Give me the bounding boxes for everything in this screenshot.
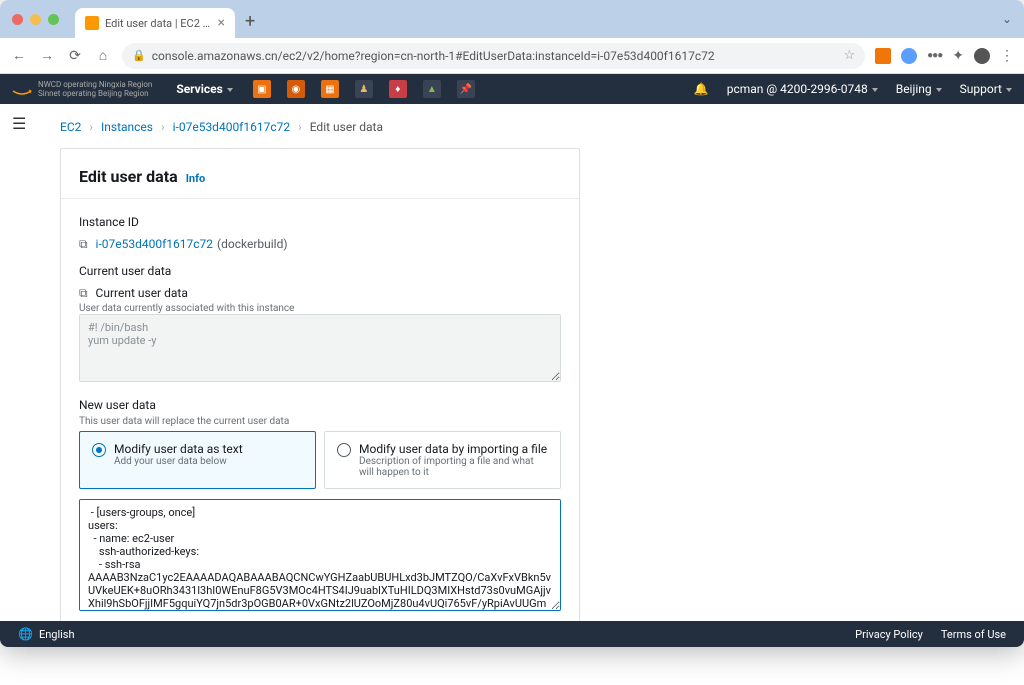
tab-title: Edit user data | EC2 Management — [105, 17, 212, 30]
aws-nav: NWCD operating Ningxia Region Sinnet ope… — [0, 74, 1024, 104]
extension-icon[interactable] — [875, 48, 891, 64]
page-title: Edit user data — [79, 167, 178, 186]
radio-icon — [337, 443, 351, 457]
back-button[interactable]: ← — [10, 47, 28, 65]
reload-button[interactable]: ⟳ — [66, 47, 84, 65]
aws-favicon — [85, 16, 99, 30]
extension-icon[interactable] — [901, 48, 917, 64]
extension-icon[interactable]: ●●● — [927, 50, 942, 61]
home-button[interactable]: ⌂ — [94, 47, 112, 65]
forward-button[interactable]: → — [38, 47, 56, 65]
breadcrumb-current: Edit user data — [310, 120, 383, 134]
instance-id-label: Instance ID — [79, 215, 561, 229]
browser-menu-icon[interactable]: ⋮ — [1000, 48, 1014, 64]
chevron-down-icon[interactable]: ⌄ — [1002, 12, 1012, 26]
edit-user-data-panel: Edit user data Info Instance ID ⧉ i-07e5… — [60, 148, 580, 621]
breadcrumb-instance-id[interactable]: i-07e53d400f1617c72 — [173, 120, 291, 134]
chevron-right-icon: › — [89, 120, 93, 134]
new-tab-button[interactable]: + — [245, 11, 255, 32]
sidebar-toggle-icon[interactable]: ☰ — [12, 114, 26, 133]
tab-close-icon[interactable]: × — [218, 15, 225, 31]
close-window-button[interactable] — [12, 14, 23, 25]
privacy-link[interactable]: Privacy Policy — [855, 628, 923, 641]
new-helper-text: This user data will replace the current … — [79, 416, 561, 427]
aws-logo[interactable]: NWCD operating Ningxia Region Sinnet ope… — [12, 80, 152, 98]
info-link[interactable]: Info — [186, 172, 206, 185]
extension-puzzle-icon[interactable]: ✦ — [952, 48, 964, 64]
radio-file-title: Modify user data by importing a file — [359, 442, 548, 456]
radio-import-file[interactable]: Modify user data by importing a file Des… — [324, 431, 561, 489]
url-text: console.amazonaws.cn/ec2/v2/home?region=… — [152, 49, 838, 63]
radio-text-sub: Add your user data below — [114, 456, 243, 467]
service-shortcut-icon[interactable]: ♟ — [355, 80, 373, 98]
notifications-icon[interactable]: 🔔 — [694, 82, 709, 96]
radio-text-title: Modify user data as text — [114, 442, 243, 456]
lock-icon: 🔒 — [132, 49, 146, 62]
services-menu[interactable]: Services — [176, 82, 233, 96]
service-shortcut-icon[interactable]: ▦ — [321, 80, 339, 98]
radio-icon — [92, 443, 106, 457]
terms-link[interactable]: Terms of Use — [941, 628, 1006, 641]
language-selector[interactable]: English — [39, 628, 75, 641]
chevron-right-icon: › — [298, 120, 302, 134]
new-user-data-textarea[interactable] — [79, 499, 561, 611]
radio-modify-as-text[interactable]: Modify user data as text Add your user d… — [79, 431, 316, 489]
service-shortcut-icon[interactable]: ▲ — [423, 80, 441, 98]
breadcrumb: EC2 › Instances › i-07e53d400f1617c72 › … — [60, 120, 1004, 134]
maximize-window-button[interactable] — [48, 14, 59, 25]
radio-file-sub: Description of importing a file and what… — [359, 456, 548, 478]
bookmark-star-icon[interactable]: ☆ — [843, 48, 855, 63]
window-titlebar: Edit user data | EC2 Management × + ⌄ — [0, 0, 1024, 38]
current-user-data-label: Current user data — [79, 264, 561, 278]
minimize-window-button[interactable] — [30, 14, 41, 25]
globe-icon: 🌐 — [18, 627, 33, 641]
profile-avatar-icon[interactable] — [974, 48, 990, 64]
current-user-data-link[interactable]: Current user data — [96, 286, 188, 300]
region-text: Sinnet operating Beijing Region — [38, 89, 152, 98]
account-menu[interactable]: pcman @ 4200-2996-0748 — [727, 82, 878, 96]
pin-icon[interactable]: 📌 — [457, 80, 475, 98]
copy-icon[interactable]: ⧉ — [79, 286, 88, 300]
service-shortcut-icon[interactable]: ▣ — [253, 80, 271, 98]
breadcrumb-instances[interactable]: Instances — [101, 120, 153, 134]
footer: 🌐 English Privacy Policy Terms of Use — [0, 621, 1024, 647]
region-menu[interactable]: Beijing — [896, 82, 942, 96]
url-bar[interactable]: 🔒 console.amazonaws.cn/ec2/v2/home?regio… — [122, 43, 865, 69]
breadcrumb-ec2[interactable]: EC2 — [60, 120, 81, 134]
copy-icon[interactable]: ⧉ — [79, 237, 88, 251]
service-shortcut-icon[interactable]: ◉ — [287, 80, 305, 98]
current-helper-text: User data currently associated with this… — [79, 303, 561, 314]
current-user-data-textarea — [79, 314, 561, 382]
support-menu[interactable]: Support — [960, 82, 1012, 96]
instance-id-link[interactable]: i-07e53d400f1617c72 — [96, 237, 214, 251]
region-text: NWCD operating Ningxia Region — [38, 80, 152, 89]
service-shortcut-icon[interactable]: ♦ — [389, 80, 407, 98]
browser-toolbar: ← → ⟳ ⌂ 🔒 console.amazonaws.cn/ec2/v2/ho… — [0, 38, 1024, 74]
instance-name: (dockerbuild) — [217, 237, 288, 251]
new-user-data-label: New user data — [79, 398, 561, 412]
chevron-right-icon: › — [161, 120, 165, 134]
browser-tab[interactable]: Edit user data | EC2 Management × — [75, 8, 235, 38]
